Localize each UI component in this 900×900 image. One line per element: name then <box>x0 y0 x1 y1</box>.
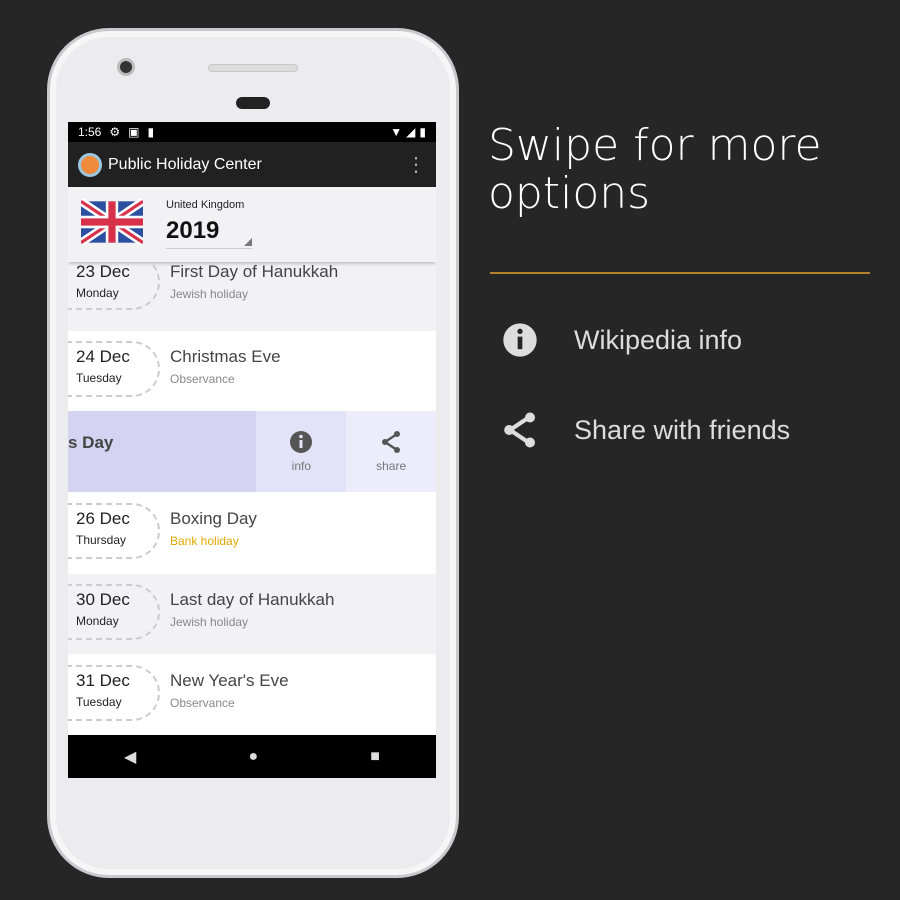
holiday-date: 31 Dec <box>76 671 130 690</box>
camera-icon <box>117 58 135 76</box>
wifi-icon: ▼ <box>390 125 403 139</box>
holiday-row[interactable]: 31 Dec Tuesday New Year's Eve Observance <box>68 655 436 735</box>
promo-option: Share with friends <box>500 410 790 450</box>
home-icon[interactable]: ● <box>248 748 258 766</box>
info-icon <box>503 323 537 357</box>
holiday-type: Observance <box>170 372 235 386</box>
holiday-name: New Year's Eve <box>170 671 289 690</box>
holiday-weekday: Monday <box>76 614 119 628</box>
app-logo-icon <box>78 152 102 177</box>
holiday-row[interactable]: 30 Dec Monday Last day of Hanukkah Jewis… <box>68 574 436 654</box>
share-icon <box>382 431 401 453</box>
share-icon <box>504 412 535 448</box>
country-name[interactable]: United Kingdom <box>166 199 244 211</box>
holiday-weekday: Tuesday <box>76 371 122 385</box>
holiday-name: Boxing Day <box>170 509 257 528</box>
status-time: 1:56 <box>78 125 102 139</box>
holiday-date: 23 Dec <box>76 262 130 281</box>
promo-option: Wikipedia info <box>500 320 742 360</box>
holiday-name: s Day <box>68 411 257 492</box>
share-label: share <box>376 459 407 473</box>
mail-icon: ▣ <box>128 125 140 139</box>
info-icon <box>290 431 313 453</box>
option-label: Share with friends <box>574 414 791 445</box>
holiday-weekday: Monday <box>76 286 119 300</box>
app-bar: Public Holiday Center ⋮ <box>68 142 436 187</box>
battery-icon: ▮ <box>419 125 426 139</box>
holiday-weekday: Thursday <box>76 533 127 547</box>
share-button[interactable]: share <box>346 411 436 492</box>
settings-icon: ⚙ <box>109 125 121 139</box>
accent-divider <box>490 272 870 274</box>
holiday-row[interactable]: 24 Dec Tuesday Christmas Eve Observance <box>68 331 436 411</box>
holiday-date: 26 Dec <box>76 509 130 528</box>
app-title: Public Holiday Center <box>108 155 262 173</box>
option-label: Wikipedia info <box>574 324 743 355</box>
holiday-weekday: Tuesday <box>76 695 122 709</box>
holiday-name: Christmas Eve <box>170 347 281 366</box>
holiday-row[interactable]: 26 Dec Thursday Boxing Day Bank holiday <box>68 493 436 573</box>
holiday-name: Last day of Hanukkah <box>170 590 335 609</box>
speaker-grill <box>208 64 298 72</box>
holiday-name: First Day of Hanukkah <box>170 262 339 281</box>
holiday-row[interactable]: 23 Dec Monday First Day of Hanukkah Jewi… <box>68 252 436 331</box>
holiday-type: Jewish holiday <box>170 287 249 301</box>
back-icon[interactable]: ◀ <box>124 747 136 767</box>
navigation-bar: ◀ ● ■ <box>68 735 436 778</box>
holiday-type: Jewish holiday <box>170 615 249 629</box>
swiped-holiday-row[interactable]: s Day info share <box>68 411 436 492</box>
uk-flag-icon[interactable] <box>81 197 143 247</box>
info-button[interactable]: info <box>256 411 347 492</box>
holiday-date: 24 Dec <box>76 347 130 366</box>
holiday-date: 30 Dec <box>76 590 130 609</box>
phone-screen: 1:56 ⚙ ▣ ▮ ▼ ◢ ▮ Public Holiday Center ⋮ U… <box>68 122 436 778</box>
signal-icon: ◢ <box>406 125 416 139</box>
holiday-type: Observance <box>170 696 235 710</box>
overflow-menu-icon[interactable]: ⋮ <box>406 155 426 175</box>
status-bar: 1:56 ⚙ ▣ ▮ ▼ ◢ ▮ <box>68 122 436 142</box>
info-label: info <box>291 459 312 473</box>
promo-title: Swipe for more options <box>488 120 822 219</box>
year-selector[interactable]: 2019 <box>166 217 252 249</box>
earpiece <box>236 97 270 109</box>
country-header: United Kingdom 2019 <box>68 187 436 262</box>
holiday-type: Bank holiday <box>170 534 239 548</box>
sd-card-icon: ▮ <box>147 125 155 139</box>
recents-icon[interactable]: ■ <box>370 748 380 766</box>
